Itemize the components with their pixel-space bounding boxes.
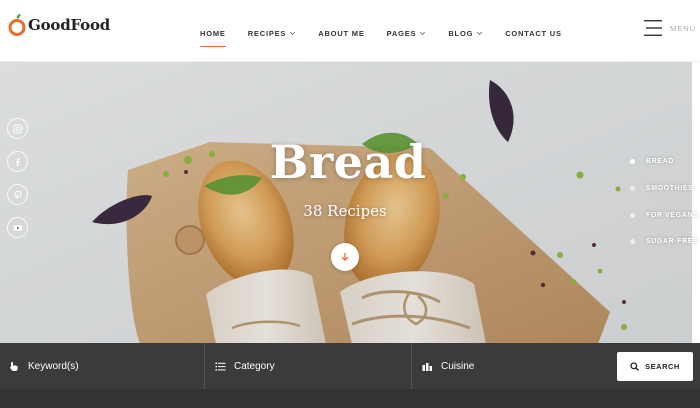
- cuisine-field[interactable]: Cuisine: [422, 343, 607, 389]
- hero-edge: [692, 62, 700, 344]
- cuisine-field-label: Cuisine: [441, 360, 475, 372]
- slide-nav-label: SUGAR-FREE: [646, 238, 699, 245]
- field-divider: [411, 343, 412, 389]
- menu-button[interactable]: MENU: [644, 20, 696, 36]
- nav-item-label: BLOG: [448, 28, 474, 38]
- scroll-down-button[interactable]: [331, 243, 359, 271]
- cuisine-icon: [422, 362, 432, 371]
- hero-slider: Bread 38 Recipes BREAD SMOOTHIES FOR VEG…: [0, 62, 700, 344]
- chevron-down-icon: [477, 31, 483, 35]
- search-button[interactable]: SEARCH: [617, 352, 693, 381]
- chevron-down-icon: [290, 31, 296, 35]
- slide-nav-smoothies[interactable]: SMOOTHIES: [630, 185, 693, 192]
- nav-item-label: ABOUT ME: [318, 28, 365, 38]
- recipe-search-bar: Keyword(s) Category Cuisine SEARCH: [0, 343, 700, 408]
- nav-item-label: PAGES: [386, 28, 417, 38]
- category-field-label: Category: [234, 360, 275, 372]
- site-header: GoodFood HOME RECIPES ABOUT ME PAGES BLO…: [0, 0, 700, 62]
- arrow-down-icon: [341, 253, 349, 262]
- hamburger-icon: [644, 20, 662, 36]
- search-button-label: SEARCH: [645, 362, 680, 371]
- main-nav: HOME RECIPES ABOUT ME PAGES BLOG CONTACT…: [200, 25, 584, 47]
- menu-label: MENU: [670, 23, 697, 33]
- youtube-icon[interactable]: [7, 217, 28, 238]
- nav-item-home[interactable]: HOME: [200, 25, 226, 47]
- slide-nav-for-vegans[interactable]: FOR VEGANS: [630, 212, 698, 219]
- slide-nav-bread[interactable]: BREAD: [630, 158, 674, 165]
- chevron-down-icon: [420, 31, 426, 35]
- brand-name: GoodFood: [28, 16, 111, 34]
- hero-title: Bread: [269, 135, 427, 189]
- pinterest-icon[interactable]: [7, 184, 28, 205]
- nav-item-blog[interactable]: BLOG: [448, 25, 483, 41]
- search-icon: [630, 362, 640, 371]
- hero-subtitle: 38 Recipes: [303, 202, 387, 220]
- nav-item-about-me[interactable]: ABOUT ME: [318, 25, 364, 41]
- instagram-icon[interactable]: [7, 118, 28, 139]
- facebook-icon[interactable]: [7, 151, 28, 172]
- field-divider: [204, 343, 205, 389]
- nav-item-label: CONTACT US: [505, 28, 562, 38]
- pointer-hand-icon: [9, 361, 18, 371]
- slide-nav-sugar-free[interactable]: SUGAR-FREE: [630, 238, 698, 245]
- list-icon: [215, 362, 226, 371]
- slide-dot: [630, 213, 635, 218]
- slide-nav-label: FOR VEGANS: [646, 212, 699, 219]
- keyword-field[interactable]: Keyword(s): [9, 343, 199, 389]
- slide-dot: [630, 159, 635, 164]
- nav-item-label: RECIPES: [247, 28, 287, 38]
- nav-item-recipes[interactable]: RECIPES: [248, 25, 297, 41]
- nav-item-label: HOME: [200, 28, 226, 38]
- logo[interactable]: GoodFood: [8, 14, 110, 36]
- search-bar-footer: [0, 389, 700, 408]
- nav-item-contact-us[interactable]: CONTACT US: [505, 25, 562, 41]
- slide-dot: [630, 186, 635, 191]
- slide-dot: [630, 239, 635, 244]
- slide-nav-label: SMOOTHIES: [646, 185, 694, 192]
- nav-item-pages[interactable]: PAGES: [387, 25, 427, 41]
- slide-nav-label: BREAD: [646, 158, 674, 165]
- category-field[interactable]: Category: [215, 343, 405, 389]
- logo-icon: [8, 14, 26, 36]
- keyword-field-label: Keyword(s): [28, 360, 79, 372]
